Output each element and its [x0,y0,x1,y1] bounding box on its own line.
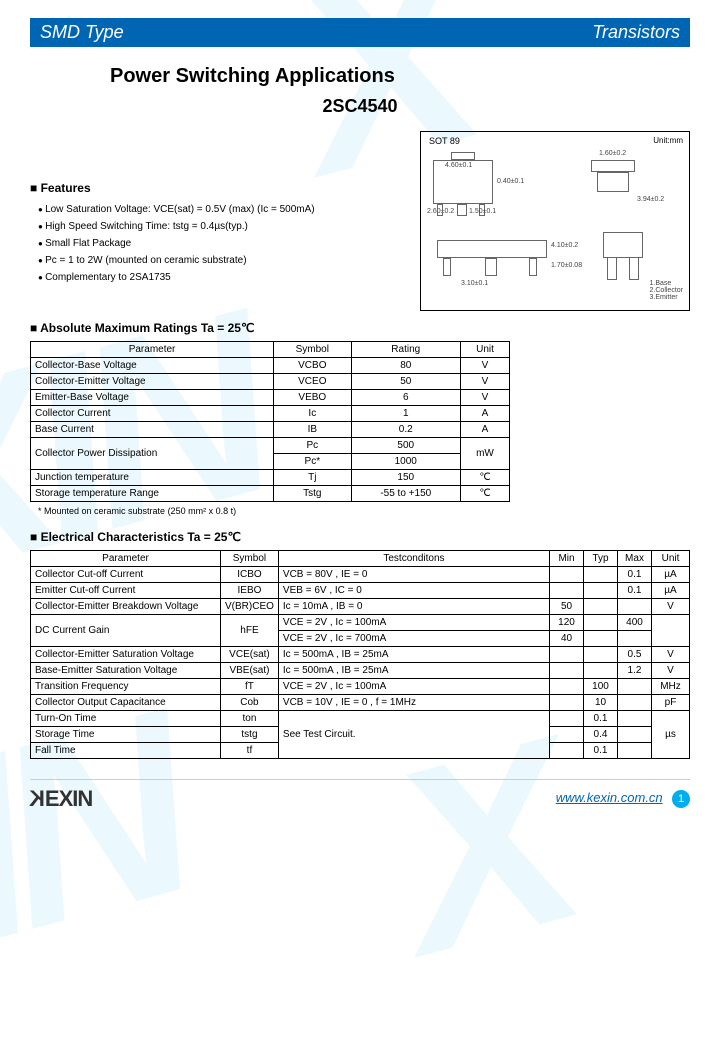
features-heading: Features [30,181,400,195]
title-application: Power Switching Applications [30,65,690,88]
table-row: Base CurrentIB0.2A [31,422,510,438]
table-row: Emitter Cut-off CurrentIEBOVEB = 6V , IC… [31,583,690,599]
table-row: Turn-On TimetonSee Test Circuit.0.1µs [31,711,690,727]
table-row: Collector Power DissipationPc500mW [31,438,510,454]
table-row: Collector Cut-off CurrentICBOVCB = 80V ,… [31,567,690,583]
page-number: 1 [672,790,690,808]
table-row: Collector-Emitter VoltageVCEO50V [31,374,510,390]
amr-heading: Absolute Maximum Ratings Ta = 25℃ [30,321,690,335]
footer: KKEXINEXIN www.kexin.com.cn 1 [30,779,690,812]
table-row: Emitter-Base VoltageVEBO6V [31,390,510,406]
unit-label: Unit:mm [653,136,683,145]
brand-logo: KKEXINEXIN [30,786,92,812]
table-row: Collector Output CapacitanceCobVCB = 10V… [31,695,690,711]
table-row: Junction temperatureTj150℃ [31,470,510,486]
feature-item: Pc = 1 to 2W (mounted on ceramic substra… [30,252,400,269]
feature-item: High Speed Switching Time: tstg = 0.4µs(… [30,218,400,235]
header-left: SMD Type [40,22,124,43]
feature-item: Small Flat Package [30,235,400,252]
table-row: Collector CurrentIc1A [31,406,510,422]
table-row: Parameter Symbol Rating Unit [31,342,510,358]
footer-url[interactable]: www.kexin.com.cn [556,790,663,805]
table-row: DC Current GainhFEVCE = 2V , Ic = 100mA1… [31,615,690,631]
amr-table: Parameter Symbol Rating Unit Collector-B… [30,341,510,502]
amr-note: * Mounted on ceramic substrate (250 mm² … [38,506,690,516]
header-right: Transistors [592,22,680,43]
ec-table: ParameterSymbolTestconditonsMinTypMaxUni… [30,550,690,759]
header-bar: SMD Type Transistors [30,18,690,47]
table-row: ParameterSymbolTestconditonsMinTypMaxUni… [31,551,690,567]
ec-heading: Electrical Characteristics Ta = 25℃ [30,530,690,544]
features-block: Features Low Saturation Voltage: VCE(sat… [30,147,400,311]
feature-item: Complementary to 2SA1735 [30,269,400,286]
table-row: Storage temperature RangeTstg-55 to +150… [31,486,510,502]
table-row: Collector-Emitter Saturation VoltageVCE(… [31,647,690,663]
table-row: Collector-Base VoltageVCBO80V [31,358,510,374]
table-row: Transition FrequencyfTVCE = 2V , Ic = 10… [31,679,690,695]
package-diagram: SOT 89 Unit:mm 4.60±0.1 0.40±0.1 2.60±0.… [420,131,690,311]
table-row: Base-Emitter Saturation VoltageVBE(sat)I… [31,663,690,679]
package-name: SOT 89 [429,136,460,146]
feature-item: Low Saturation Voltage: VCE(sat) = 0.5V … [30,201,400,218]
pin-legend: 1.Base 2.Collector 3.Emitter [650,280,683,301]
table-row: Collector-Emitter Breakdown VoltageV(BR)… [31,599,690,615]
title-partno: 2SC4540 [30,96,690,117]
